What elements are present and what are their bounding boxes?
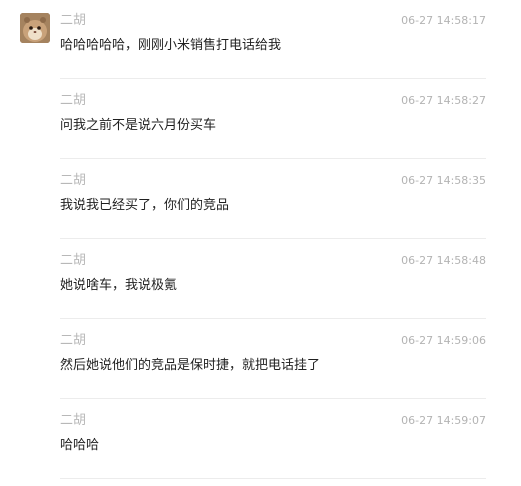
message-divider xyxy=(60,158,486,159)
sender-name: 二胡 xyxy=(60,413,87,428)
chat-message: 二胡 06-27 14:58:48 她说啥车，我说极氪 xyxy=(0,240,521,320)
message-timestamp: 06-27 14:59:06 xyxy=(401,334,486,347)
message-timestamp: 06-27 14:59:07 xyxy=(401,414,486,427)
message-divider xyxy=(60,238,486,239)
sender-name: 二胡 xyxy=(60,13,87,28)
chat-message: 二胡 06-27 14:58:35 我说我已经买了，你们的竞品 xyxy=(0,160,521,240)
message-text: 然后她说他们的竞品是保时捷，就把电话挂了 xyxy=(60,358,321,373)
message-divider xyxy=(60,78,486,79)
message-text: 问我之前不是说六月份买车 xyxy=(60,118,217,133)
message-text: 哈哈哈哈哈，刚刚小米销售打电话给我 xyxy=(60,38,282,53)
sender-name: 二胡 xyxy=(60,333,87,348)
message-divider xyxy=(60,318,486,319)
chat-message: 二胡 06-27 14:59:06 然后她说他们的竞品是保时捷，就把电话挂了 xyxy=(0,320,521,400)
message-divider xyxy=(60,398,486,399)
message-text: 她说啥车，我说极氪 xyxy=(60,278,178,293)
message-timestamp: 06-27 14:58:48 xyxy=(401,254,486,267)
message-text: 我说我已经买了，你们的竞品 xyxy=(60,198,230,213)
sender-name: 二胡 xyxy=(60,173,87,188)
hamster-avatar-icon[interactable] xyxy=(20,13,50,43)
chat-log: 二胡 06-27 14:58:17 哈哈哈哈哈，刚刚小米销售打电话给我 二胡 0… xyxy=(0,0,521,486)
message-timestamp: 06-27 14:58:17 xyxy=(401,14,486,27)
chat-message: 二胡 06-27 14:58:17 哈哈哈哈哈，刚刚小米销售打电话给我 xyxy=(0,0,521,80)
message-timestamp: 06-27 14:58:35 xyxy=(401,174,486,187)
chat-message: 二胡 06-27 14:58:27 问我之前不是说六月份买车 xyxy=(0,80,521,160)
chat-message: 二胡 06-27 14:59:07 哈哈哈 xyxy=(0,400,521,480)
sender-name: 二胡 xyxy=(60,253,87,268)
message-text: 哈哈哈 xyxy=(60,438,100,453)
message-timestamp: 06-27 14:58:27 xyxy=(401,94,486,107)
sender-name: 二胡 xyxy=(60,93,87,108)
message-divider xyxy=(60,478,486,479)
